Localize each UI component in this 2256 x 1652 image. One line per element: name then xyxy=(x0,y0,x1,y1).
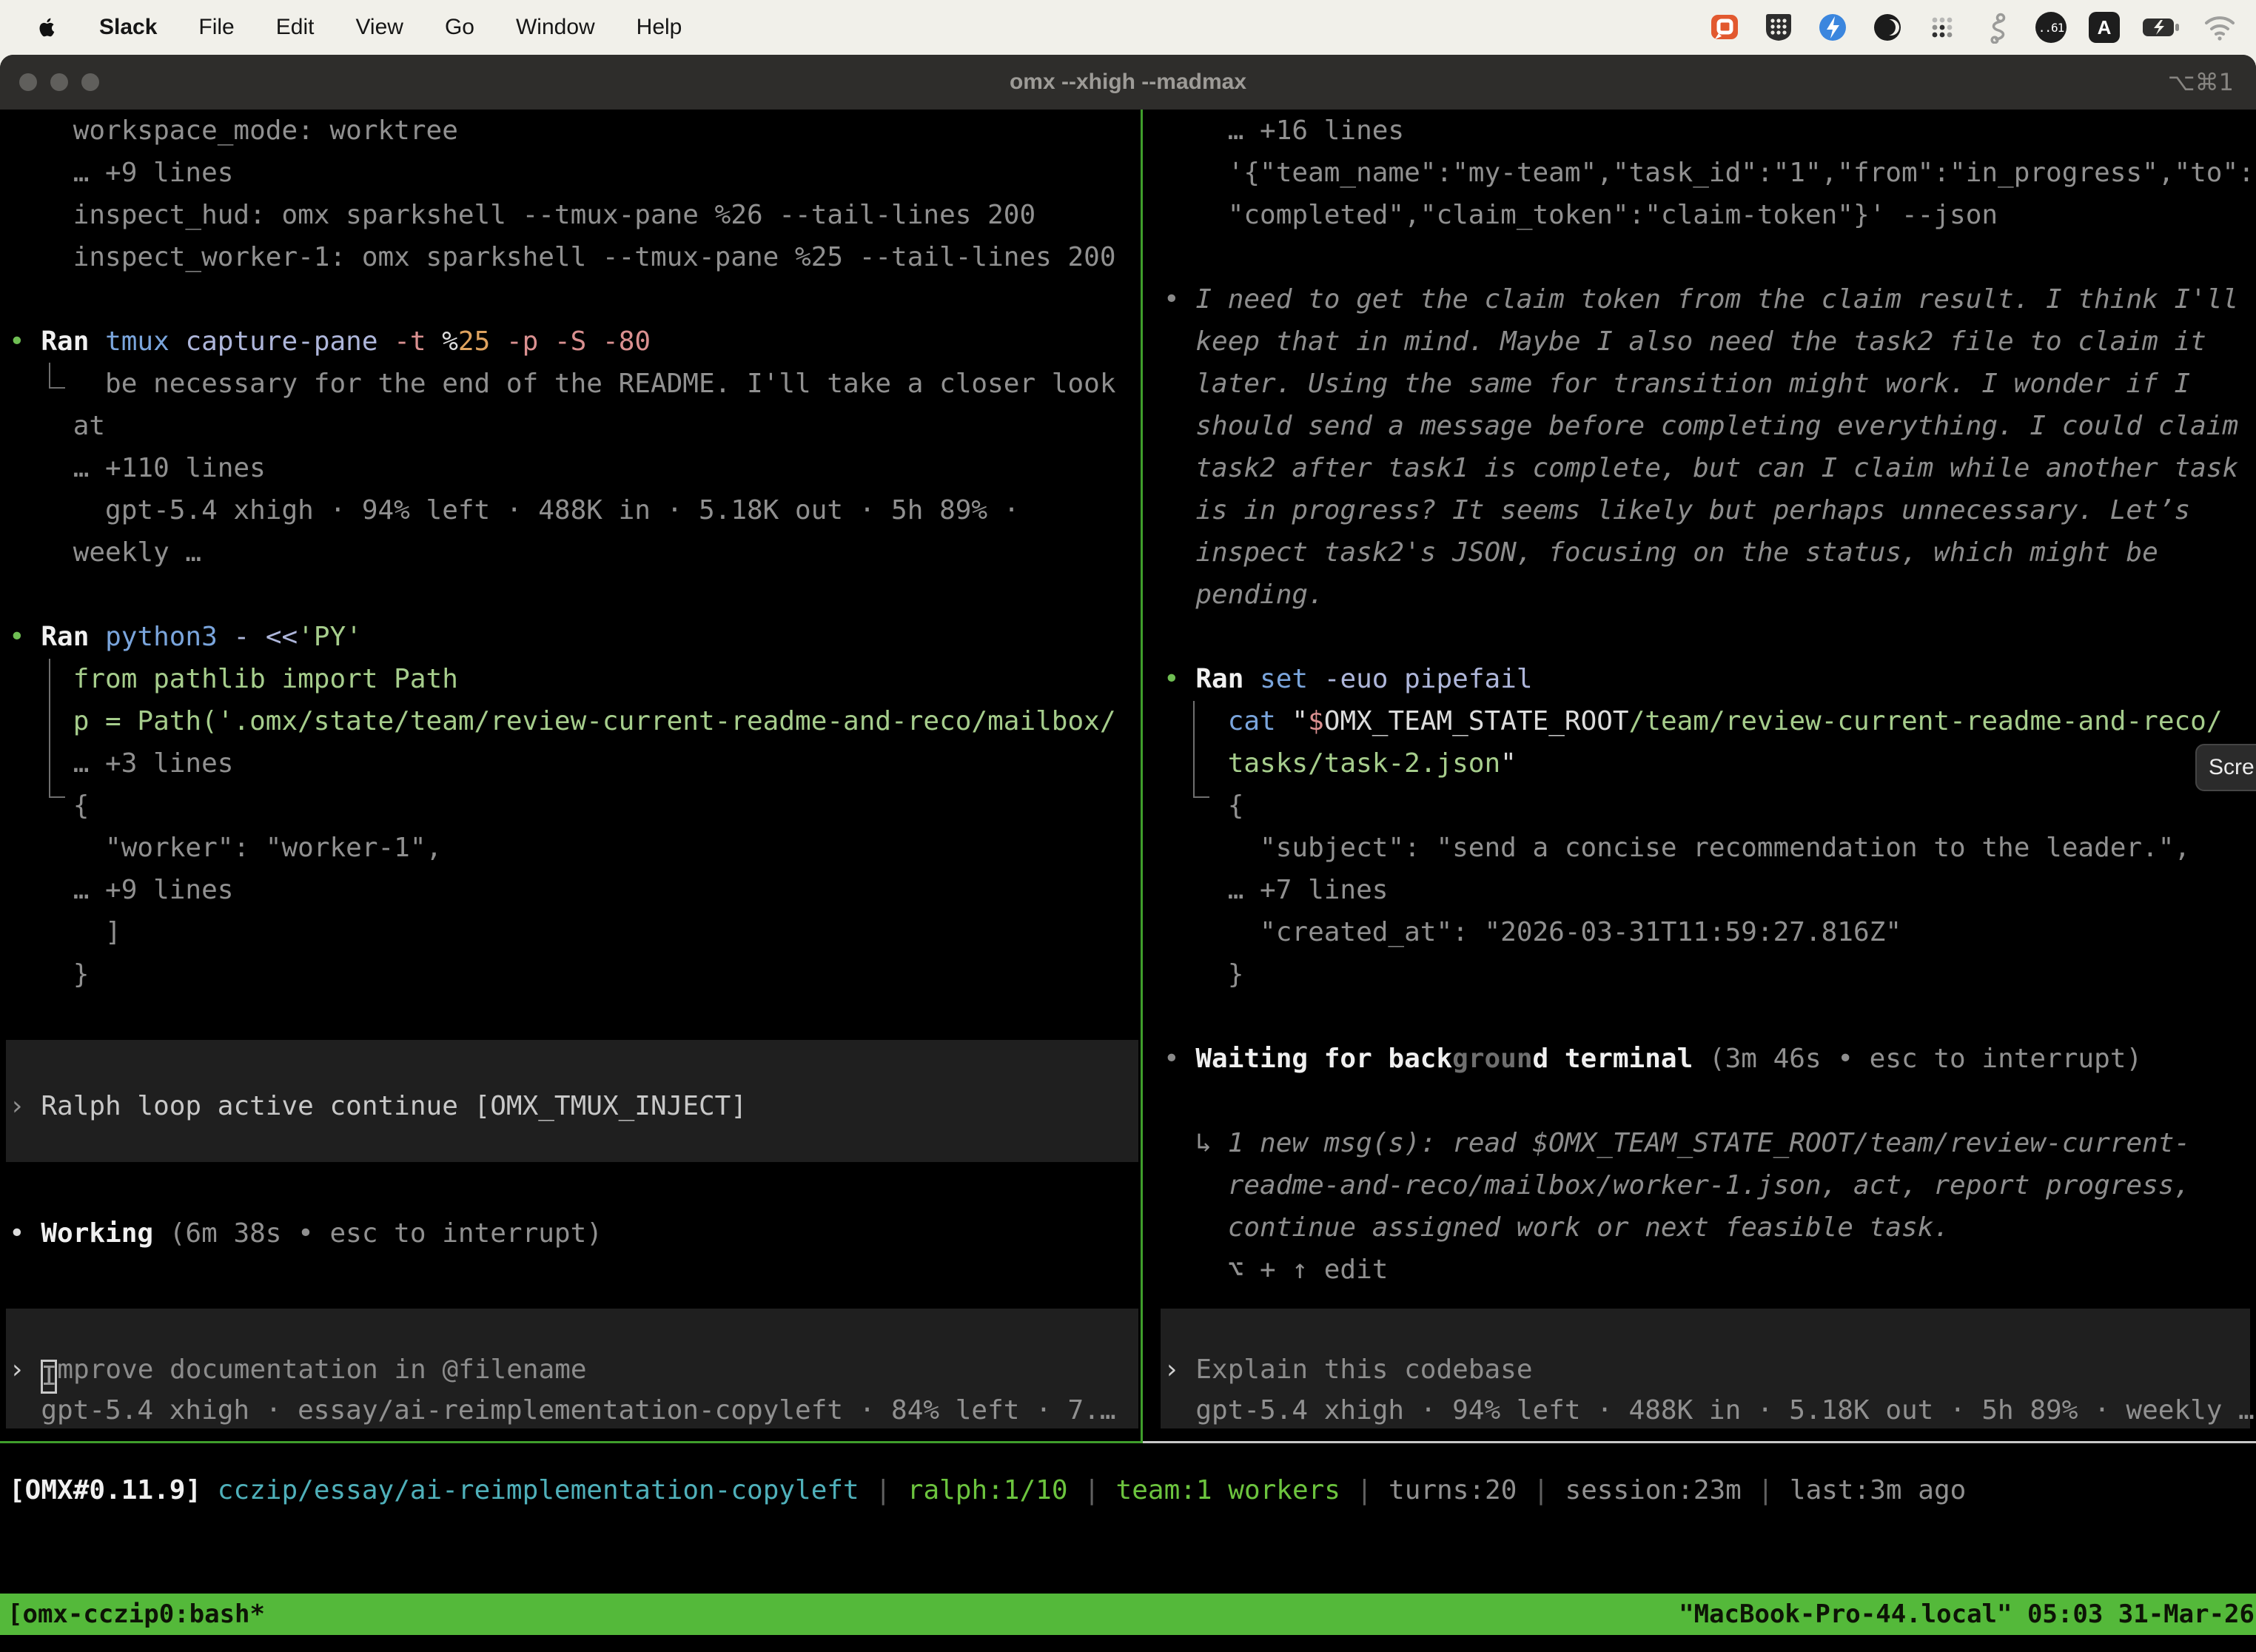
terminal-line: › Ralph loop active continue [OMX_TMUX_I… xyxy=(9,1085,747,1127)
terminal-line: { xyxy=(9,785,89,827)
terminal-line: } xyxy=(1164,953,1243,995)
terminal-line: pending. xyxy=(1164,574,1324,616)
window-title: omx --xhigh --madmax xyxy=(0,55,2256,110)
terminal-line: › Explain this codebase xyxy=(1164,1349,1533,1391)
right-terminal-pane[interactable]: … +16 lines '{"team_name":"my-team","tas… xyxy=(1155,110,2256,1443)
terminal-line: "completed","claim_token":"claim-token"}… xyxy=(1164,194,1998,236)
privacy-grid-icon[interactable] xyxy=(1763,11,1794,44)
percent-badge-icon[interactable]: ..61 xyxy=(2035,12,2067,43)
terminal-line: … +110 lines xyxy=(9,447,266,489)
menu-item-help[interactable]: Help xyxy=(637,15,682,40)
menu-item-slack[interactable]: Slack xyxy=(99,15,157,40)
terminal-line: keep that in mind. Maybe I also need the… xyxy=(1164,320,2206,363)
input-source-icon[interactable]: A xyxy=(2089,12,2120,43)
terminal-line: … +9 lines xyxy=(9,152,233,194)
menu-item-view[interactable]: View xyxy=(355,15,403,40)
terminal-line: inspect_hud: omx sparkshell --tmux-pane … xyxy=(9,194,1035,236)
terminal-line: from pathlib import Path xyxy=(9,658,458,700)
window-shortcut-badge: ⌥⌘1 xyxy=(2168,55,2234,110)
terminal-line: "worker": "worker-1", xyxy=(9,827,442,869)
spark-badge-icon[interactable] xyxy=(1816,11,1849,44)
tmux-status-bar: [omx-cczip0:bash* "MacBook-Pro-44.local"… xyxy=(0,1594,2256,1635)
terminal-line: gpt-5.4 xhigh · 94% left · 488K in · 5.1… xyxy=(1164,1389,2255,1431)
terminal-line: • Ran python3 - <<'PY' xyxy=(9,616,362,658)
terminal-line: cat "$OMX_TEAM_STATE_ROOT/team/review-cu… xyxy=(1164,700,2223,742)
terminal-line: ⌥ + ↑ edit xyxy=(1164,1249,1388,1291)
terminal-line: weekly … xyxy=(9,531,201,574)
terminal-line: inspect task2's JSON, focusing on the st… xyxy=(1164,531,2158,574)
terminal-line: inspect_worker-1: omx sparkshell --tmux-… xyxy=(9,236,1116,278)
tmux-host-clock: "MacBook-Pro-44.local" 05:03 31-Mar-26 xyxy=(1679,1599,2256,1629)
tmux-session-label: [omx-cczip0:bash* xyxy=(0,1599,265,1629)
menubar-status-icons: ..61 A xyxy=(1708,11,2256,44)
terminal-line: workspace_mode: worktree xyxy=(9,110,458,152)
terminal-line: … +9 lines xyxy=(9,869,233,911)
desktop: Slack File Edit View Go Window Help ..61 xyxy=(0,0,2256,1652)
terminal-line: tasks/task-2.json" xyxy=(1164,742,1517,785)
terminal-line: • Working (6m 38s • esc to interrupt) xyxy=(9,1212,602,1255)
terminal-line: } xyxy=(9,953,89,995)
terminal-line: is in progress? It seems likely but perh… xyxy=(1164,489,2190,531)
pane-divider[interactable] xyxy=(1141,110,1143,1443)
terminal-content: workspace_mode: worktree … +9 lines insp… xyxy=(0,110,2256,1652)
terminal-line: p = Path('.omx/state/team/review-current… xyxy=(9,700,1116,742)
terminal-line: should send a message before completing … xyxy=(1164,405,2238,447)
moon-icon[interactable] xyxy=(1871,11,1904,44)
terminal-line: … +16 lines xyxy=(1164,110,1404,152)
tooltip-text: Scre xyxy=(2209,755,2255,780)
menu-item-file[interactable]: File xyxy=(198,15,234,40)
terminal-line: { xyxy=(1164,785,1243,827)
terminal-line: "created_at": "2026-03-31T11:59:27.816Z" xyxy=(1164,911,1901,953)
battery-icon[interactable] xyxy=(2142,18,2181,37)
terminal-line: … +3 lines xyxy=(9,742,233,785)
dots-grid-icon[interactable] xyxy=(1926,11,1958,44)
terminal-line: at xyxy=(9,405,105,447)
menu-item-window[interactable]: Window xyxy=(516,15,595,40)
right-pane-border xyxy=(1143,1441,2256,1443)
terminal-line: ] xyxy=(9,911,121,953)
screen-record-icon[interactable] xyxy=(1708,11,1741,44)
macos-menu-bar: Slack File Edit View Go Window Help ..61 xyxy=(0,0,2256,55)
terminal-line: • Ran set -euo pipefail xyxy=(1164,658,1533,700)
terminal-line: readme-and-reco/mailbox/worker-1.json, a… xyxy=(1164,1164,2190,1206)
terminal-line: ↳ 1 new msg(s): read $OMX_TEAM_STATE_ROO… xyxy=(1164,1122,2190,1164)
terminal-line: [OMX#0.11.9] cczip/essay/ai-reimplementa… xyxy=(9,1469,1966,1511)
terminal-line: … +7 lines xyxy=(1164,869,1388,911)
terminal-line: › Improve documentation in @filename xyxy=(9,1349,587,1391)
terminal-line: • Waiting for background terminal (3m 46… xyxy=(1164,1038,2142,1080)
window-title-bar[interactable]: omx --xhigh --madmax ⌥⌘1 xyxy=(0,55,2256,110)
left-pane-border xyxy=(0,1441,1141,1443)
menu-items: Slack File Edit View Go Window Help xyxy=(0,15,682,40)
wifi-icon[interactable] xyxy=(2203,13,2237,41)
terminal-line: gpt-5.4 xhigh · essay/ai-reimplementatio… xyxy=(9,1389,1116,1431)
terminal-line: be necessary for the end of the README. … xyxy=(9,363,1116,405)
percent-badge-label: ..61 xyxy=(2038,21,2064,35)
input-source-label: A xyxy=(2098,16,2112,39)
shush-icon[interactable] xyxy=(1981,11,2013,44)
terminal-line: '{"team_name":"my-team","task_id":"1","f… xyxy=(1164,152,2255,194)
terminal-line: • Ran tmux capture-pane -t %25 -p -S -80 xyxy=(9,320,651,363)
terminal-line: "subject": "send a concise recommendatio… xyxy=(1164,827,2190,869)
terminal-line: gpt-5.4 xhigh · 94% left · 488K in · 5.1… xyxy=(9,489,1019,531)
menu-item-edit[interactable]: Edit xyxy=(276,15,315,40)
screen-tooltip: Scre xyxy=(2195,744,2256,791)
terminal-line: • I need to get the claim token from the… xyxy=(1164,278,2238,320)
terminal-line: continue assigned work or next feasible … xyxy=(1164,1206,1950,1249)
apple-icon[interactable] xyxy=(38,16,58,39)
menu-item-go[interactable]: Go xyxy=(445,15,474,40)
terminal-window: omx --xhigh --madmax ⌥⌘1 workspace_mode:… xyxy=(0,55,2256,1652)
left-terminal-pane[interactable]: workspace_mode: worktree … +9 lines insp… xyxy=(0,110,1141,1443)
terminal-line: later. Using the same for transition mig… xyxy=(1164,363,2190,405)
terminal-line: task2 after task1 is complete, but can I… xyxy=(1164,447,2238,489)
